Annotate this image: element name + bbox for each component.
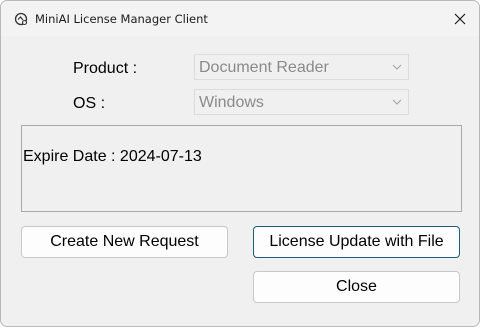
close-button[interactable]: Close xyxy=(253,271,460,303)
product-select-value: Document Reader xyxy=(199,59,329,76)
close-window-button[interactable] xyxy=(447,7,473,31)
os-label: OS : xyxy=(73,95,106,112)
product-label: Product : xyxy=(73,60,138,77)
miniai-logo-icon xyxy=(14,12,28,26)
window-title: MiniAI License Manager Client xyxy=(35,12,208,26)
chevron-down-icon xyxy=(392,99,402,105)
chevron-down-icon xyxy=(392,64,402,70)
license-info-box: Expire Date : 2024-07-13 xyxy=(21,125,462,212)
close-icon xyxy=(454,13,466,25)
os-select[interactable]: Windows xyxy=(194,89,409,115)
title-bar[interactable]: MiniAI License Manager Client xyxy=(1,1,479,36)
os-select-value: Windows xyxy=(199,94,264,111)
license-update-with-file-button[interactable]: License Update with File xyxy=(253,226,460,258)
product-select[interactable]: Document Reader xyxy=(194,54,409,80)
expire-date-text: Expire Date : 2024-07-13 xyxy=(23,148,202,165)
license-manager-window: MiniAI License Manager Client Product : … xyxy=(0,0,480,327)
create-new-request-button[interactable]: Create New Request xyxy=(21,226,228,258)
